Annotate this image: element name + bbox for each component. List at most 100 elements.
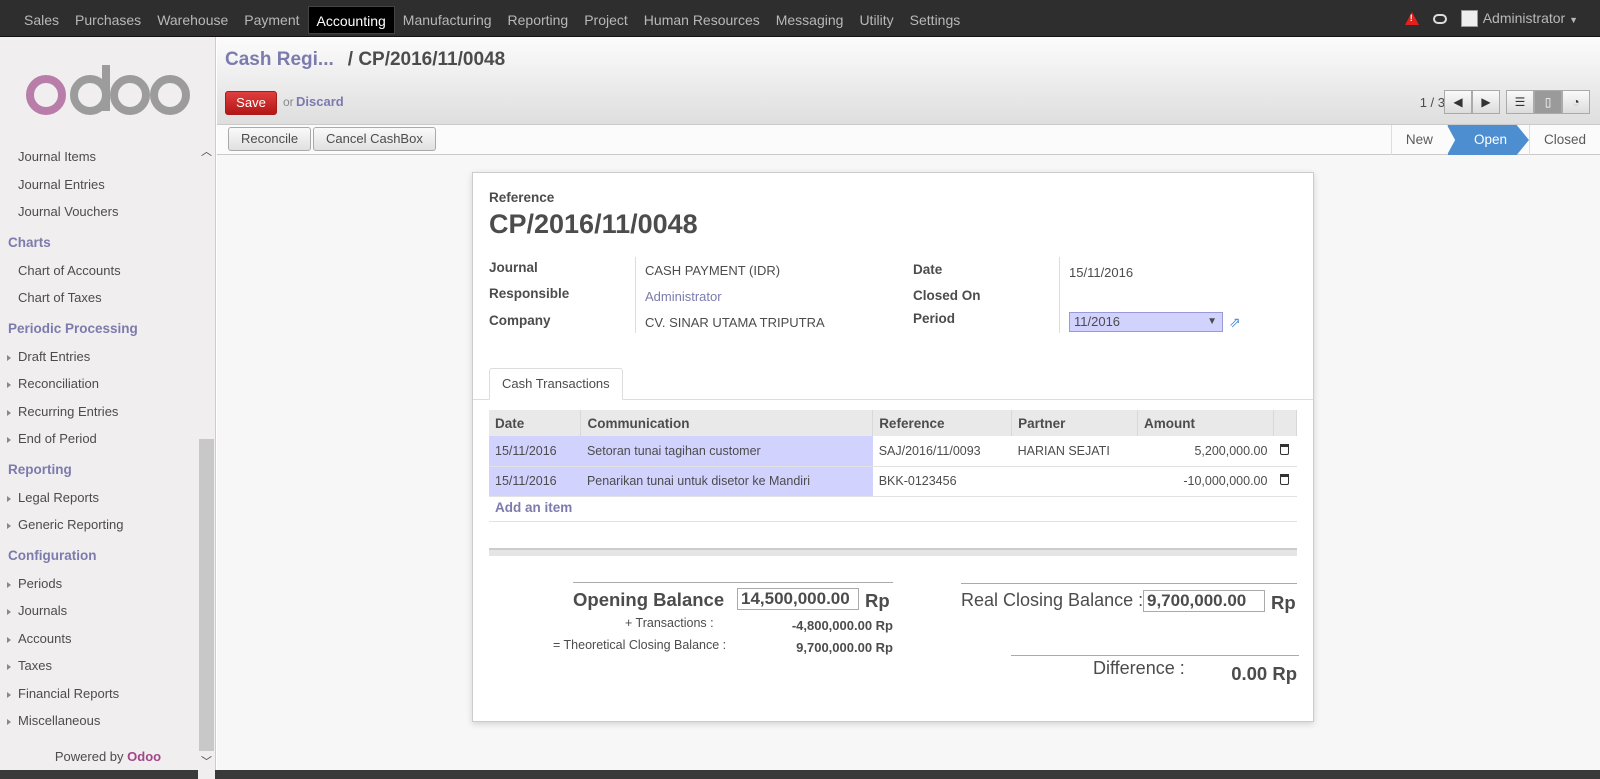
transactions-table: Date Communication Reference Partner Amo… [489,410,1298,497]
caret-down-icon: ▼ [1569,14,1578,25]
top-right-tools: Administrator ▼ [1404,0,1578,37]
sidebar-item-miscellaneous[interactable]: Miscellaneous [0,713,100,733]
menu-item-settings[interactable]: Settings [902,0,969,37]
menu-item-sales[interactable]: Sales [16,0,67,37]
responsible-field[interactable]: Administrator [645,289,722,304]
date-label: Date [913,262,943,277]
sidebar-item-financial-reports[interactable]: Financial Reports [0,686,119,706]
external-link-icon[interactable]: ⇗ [1229,314,1241,331]
section-separator [489,548,1297,556]
sidebar-item-generic-reporting[interactable]: Generic Reporting [0,517,124,537]
sidebar-section-periodic-processing: Periodic Processing [8,321,138,336]
sidebar-item-journal-vouchers[interactable]: Journal Vouchers [0,204,118,224]
trash-icon[interactable] [1280,443,1290,455]
scrollbar-thumb[interactable] [199,439,214,751]
cell-date[interactable]: 15/11/2016 [489,436,581,467]
cell-communication[interactable]: Setoran tunai tagihan customer [580,436,873,467]
sidebar: Journal Items Journal Entries Journal Vouc… [0,37,216,779]
stage-new[interactable]: New [1390,125,1447,155]
arrow-right-icon[interactable]: ▶ [1472,90,1500,114]
menu-item-warehouse[interactable]: Warehouse [149,0,236,37]
sidebar-item-chart-of-accounts[interactable]: Chart of Accounts [0,263,121,283]
discard-button[interactable]: Discard [296,94,344,109]
menu-item-purchases[interactable]: Purchases [67,0,149,37]
sidebar-item-chart-of-taxes[interactable]: Chart of Taxes [0,290,102,310]
currency-label: Rp [1271,592,1296,613]
column-header[interactable]: Amount [1137,410,1274,436]
menu-item-messaging[interactable]: Messaging [768,0,852,37]
cancel-cashbox-button[interactable]: Cancel CashBox [313,127,436,151]
chevron-up-icon[interactable]: ︿ [201,143,212,159]
sidebar-item-accounts[interactable]: Accounts [0,631,71,651]
sidebar-item-journals[interactable]: Journals [0,603,67,623]
sidebar-item-legal-reports[interactable]: Legal Reports [0,490,99,510]
menu-item-reporting[interactable]: Reporting [500,0,577,37]
journal-field[interactable]: CASH PAYMENT (IDR) [645,263,780,278]
sidebar-item-end-of-period[interactable]: End of Period [0,431,97,451]
sidebar-item-journal-entries[interactable]: Journal Entries [0,177,105,197]
stage-open[interactable]: Open [1446,125,1529,155]
pager-buttons: ◀ ▶ [1444,90,1500,114]
arrow-left-icon[interactable]: ◀ [1444,90,1472,114]
opening-balance-input[interactable]: 14,500,000.00 [737,588,859,610]
cell-partner[interactable]: HARIAN SEJATI [1011,436,1138,467]
trash-icon[interactable] [1280,474,1290,485]
cell-date[interactable]: 15/11/2016 [489,466,581,497]
sidebar-item-recurring-entries[interactable]: Recurring Entries [0,404,118,424]
transactions-value: -4,800,000.00 Rp [791,618,893,633]
column-header[interactable]: Partner [1011,410,1139,436]
chat-icon[interactable] [1432,13,1447,24]
cell-partner[interactable] [1011,466,1138,497]
breadcrumb-separator: / [347,49,354,70]
breadcrumb-link[interactable]: Cash Regi... [225,49,334,70]
cell-amount[interactable]: 5,200,000.00 [1137,436,1274,467]
view-header: Cash Regi... / CP/2016/11/0048 Save or Di… [217,37,1600,125]
menu-item-manufacturing[interactable]: Manufacturing [395,0,500,37]
menu-item-utility[interactable]: Utility [851,0,901,37]
column-header[interactable]: Date [489,410,582,436]
cell-amount[interactable]: -10,000,000.00 [1137,466,1274,497]
cell-communication[interactable]: Penarikan tunai untuk disetor ke Mandiri [580,466,873,497]
menu-item-payment[interactable]: Payment [236,0,307,37]
sidebar-section-charts: Charts [8,235,51,250]
date-field[interactable]: 15/11/2016 [1069,265,1133,280]
sidebar-item-periods[interactable]: Periods [0,576,62,596]
real-closing-balance-label: Real Closing Balance : [961,590,1144,610]
stage-closed[interactable]: Closed [1528,125,1600,155]
column-header[interactable]: Communication [580,410,874,436]
table-footer-line [489,521,1297,522]
period-select[interactable]: 11/2016 ▼ [1069,312,1223,332]
reconcile-button[interactable]: Reconcile [228,127,312,151]
breadcrumb: Cash Regi... / CP/2016/11/0048 [225,49,505,71]
odoo-logo [26,65,190,115]
table-row[interactable]: 15/11/2016 Setoran tunai tagihan customer… [489,436,1297,467]
cell-reference[interactable]: SAJ/2016/11/0093 [872,436,1012,467]
table-row[interactable]: 15/11/2016 Penarikan tunai untuk disetor … [489,466,1297,497]
menu-item-project[interactable]: Project [576,0,636,37]
menu-item-accounting[interactable]: Accounting [307,6,395,34]
form-view-icon[interactable]: ▯ [1534,90,1562,114]
company-field[interactable]: CV. SINAR UTAMA TRIPUTRA [645,315,825,330]
graph-view-icon[interactable]: ◔ [1562,90,1590,114]
sidebar-item-journal-items[interactable]: Journal Items [0,149,96,169]
list-view-icon[interactable]: ☰ [1506,90,1534,114]
cell-reference[interactable]: BKK-0123456 [872,466,1012,497]
warning-icon[interactable] [1404,12,1419,25]
tab-cash-transactions[interactable]: Cash Transactions [489,368,623,400]
period-value: 11/2016 [1074,314,1121,329]
sidebar-item-draft-entries[interactable]: Draft Entries [0,349,90,369]
or-label: or [283,95,294,109]
theoretical-closing-label: = Theoretical Closing Balance : [553,638,727,652]
add-item-link[interactable]: Add an item [495,500,572,515]
menu-item-human-resources[interactable]: Human Resources [636,0,768,37]
real-closing-balance-input[interactable]: 9,700,000.00 [1143,590,1265,612]
column-header[interactable]: Reference [872,410,1013,436]
sidebar-item-reconciliation[interactable]: Reconciliation [0,376,99,396]
user-menu[interactable]: Administrator ▼ [1460,10,1578,28]
powered-brand-link[interactable]: Odoo [127,749,161,764]
sidebar-scrollbar[interactable]: ︿ ﹀ [198,139,215,779]
save-button[interactable]: Save [225,91,277,115]
divider [635,257,636,333]
sidebar-item-taxes[interactable]: Taxes [0,658,52,678]
view-switcher: ☰ ▯ ◔ [1506,90,1590,114]
